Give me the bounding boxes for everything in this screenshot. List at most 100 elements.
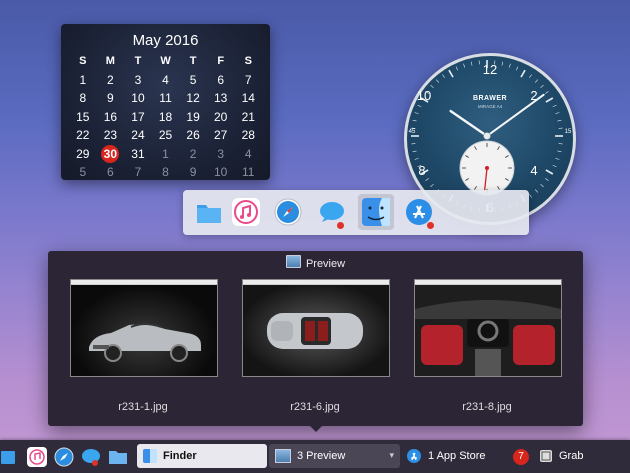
taskbar-finder-button[interactable]: Finder [137, 444, 267, 468]
clock-tick [545, 91, 549, 94]
calendar-day[interactable]: 8 [69, 90, 97, 106]
clock-numeral-4: 4 [530, 163, 538, 178]
preview-pointer-arrow [309, 425, 323, 432]
messages-icon[interactable] [80, 446, 102, 468]
calendar-day[interactable]: 4 [234, 146, 262, 162]
clock-tick [540, 183, 544, 188]
calendar-today[interactable]: 30 [97, 144, 125, 163]
calendar-day[interactable]: 5 [179, 72, 207, 88]
clock-tick [425, 178, 429, 181]
app-store-icon [406, 448, 422, 464]
clock-tick [470, 61, 473, 66]
folder-icon[interactable] [194, 197, 224, 227]
finder-icon[interactable] [107, 446, 129, 468]
calendar-day[interactable]: 19 [179, 109, 207, 125]
calendar-week-row: 8 9 10 11 12 13 14 [69, 89, 262, 108]
clock-tick [520, 69, 526, 78]
calendar-day[interactable]: 23 [97, 127, 125, 143]
clock-mark-45: 45 [408, 129, 416, 135]
calendar-day[interactable]: 27 [207, 127, 235, 143]
clock-tick [463, 63, 466, 68]
finder-icon[interactable] [358, 194, 394, 230]
clock-tick [516, 66, 519, 71]
clock-tick [414, 157, 419, 160]
calendar-day[interactable]: 2 [179, 146, 207, 162]
calendar-day[interactable]: 12 [179, 90, 207, 106]
taskbar-preview-button[interactable]: 3 Preview ▾ [269, 444, 400, 468]
calendar-day[interactable]: 17 [124, 109, 152, 125]
car-photo-thumbnail [71, 285, 217, 376]
window-thumbnail[interactable] [70, 279, 218, 377]
safari-icon[interactable] [273, 197, 303, 227]
calendar-day[interactable]: 9 [179, 164, 207, 180]
calendar-day[interactable]: 11 [234, 164, 262, 180]
preview-window-title: Preview [48, 255, 583, 270]
calendar-month-title: May 2016 [132, 32, 199, 49]
car-photo-thumbnail [243, 285, 389, 376]
calendar-day[interactable]: 15 [69, 109, 97, 125]
window-thumbnail[interactable] [242, 279, 390, 377]
window-thumbnail[interactable] [414, 279, 562, 377]
clock-model: MIRAGE A4 [477, 104, 503, 109]
calendar-day[interactable]: 16 [97, 109, 125, 125]
calendar-weekday: S [244, 55, 252, 68]
thumbnail-label: r231-6.jpg [290, 401, 340, 413]
calendar-day[interactable]: 8 [152, 164, 180, 180]
calendar-day[interactable]: 5 [69, 164, 97, 180]
clock-tick [414, 112, 419, 115]
calendar-day[interactable]: 20 [207, 109, 235, 125]
calendar-week-row: 22 23 24 25 26 27 28 [69, 126, 262, 145]
calendar-day[interactable]: 6 [207, 72, 235, 88]
calendar-day[interactable]: 10 [207, 164, 235, 180]
clock-tick [534, 189, 539, 193]
calendar-day[interactable]: 22 [69, 127, 97, 143]
calendar-weekday: S [79, 55, 87, 68]
clock-tick [501, 61, 504, 66]
clock-tick [508, 63, 511, 68]
calendar-widget[interactable]: May 2016 S M T W T F S 1 2 3 4 5 6 7 8 9 10 11 12 13 14 15 16 1… [61, 24, 270, 180]
calendar-week-row: 1234567 [69, 71, 262, 90]
calendar-day[interactable]: 10 [124, 90, 152, 106]
taskbar-grab-button[interactable]: Grab [539, 444, 630, 468]
calendar-day[interactable]: 1 [152, 146, 180, 162]
clock-tick [557, 119, 562, 122]
calendar-day[interactable]: 3 [124, 72, 152, 88]
calendar-day[interactable]: 6 [97, 164, 125, 180]
clock-tick [545, 169, 554, 175]
clock-tick [412, 119, 417, 122]
calendar-day[interactable]: 11 [152, 90, 180, 106]
preview-app-icon [275, 449, 291, 463]
calendar-day[interactable]: 7 [234, 72, 262, 88]
calendar-day[interactable]: 13 [207, 90, 235, 106]
calendar-day[interactable]: 28 [234, 127, 262, 143]
calendar-day[interactable]: 24 [124, 127, 152, 143]
thumbnail-label: r231-1.jpg [118, 401, 168, 413]
calendar-day[interactable]: 26 [179, 127, 207, 143]
calendar-day[interactable]: 2 [97, 72, 125, 88]
calendar-grid: S M T W T F S 1 2 3 4 5 6 7 8 9 10 11 12 13 14 15 16 17 18 19 20 21… [69, 52, 262, 182]
clock-center-pin [483, 132, 491, 140]
calendar-day[interactable]: 29 [69, 146, 97, 162]
itunes-icon[interactable] [231, 197, 261, 227]
safari-icon[interactable] [53, 446, 75, 468]
calendar-day[interactable]: 21 [234, 109, 262, 125]
clock-tick [455, 66, 458, 71]
notification-dot [427, 222, 434, 229]
calendar-day[interactable]: 4 [152, 72, 180, 88]
calendar-day[interactable]: 9 [97, 90, 125, 106]
app-switcher-dock [183, 190, 529, 235]
calendar-day[interactable]: 25 [152, 127, 180, 143]
taskbar-appstore-label: 1 App Store [428, 450, 486, 462]
calendar-day[interactable]: 1 [69, 72, 97, 88]
calendar-day[interactable]: 3 [207, 146, 235, 162]
itunes-icon[interactable] [26, 446, 48, 468]
car-photo-thumbnail [415, 285, 561, 376]
calendar-day[interactable]: 18 [152, 109, 180, 125]
folder-icon[interactable] [0, 446, 22, 468]
clock-tick [529, 74, 532, 78]
calendar-day[interactable]: 31 [124, 146, 152, 162]
clock-tick [545, 178, 549, 181]
calendar-day[interactable]: 7 [124, 164, 152, 180]
clock-tick [555, 112, 560, 115]
calendar-day[interactable]: 14 [234, 90, 262, 106]
